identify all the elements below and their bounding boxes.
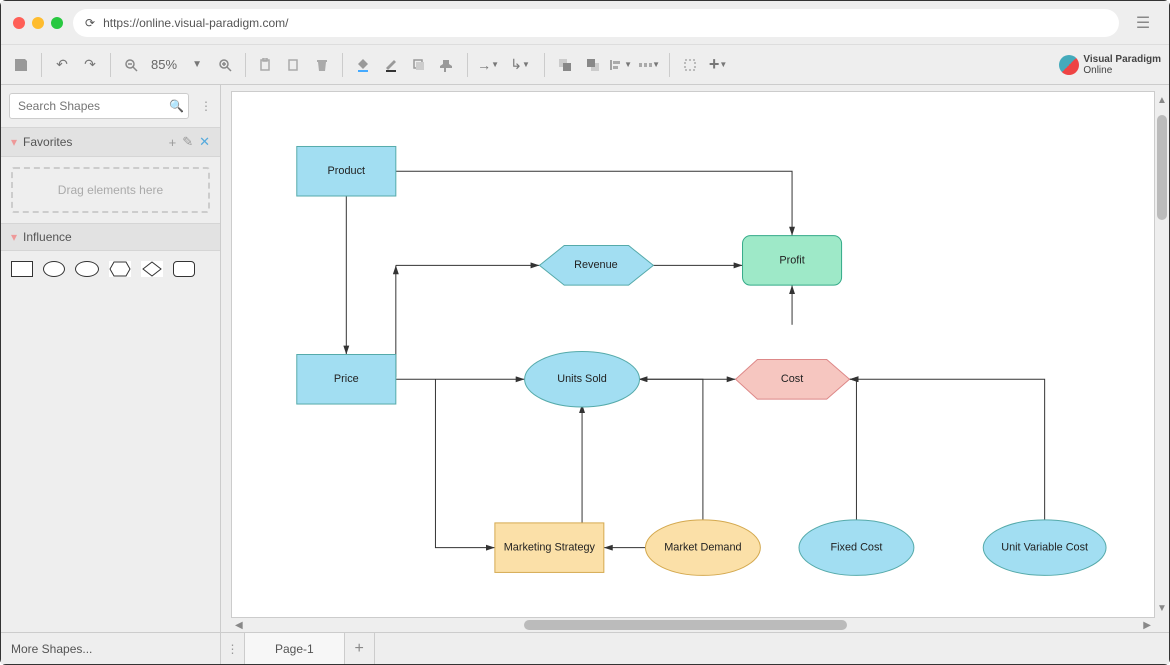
- vertical-scrollbar[interactable]: ▲ ▼: [1155, 91, 1169, 618]
- node-cost[interactable]: Cost: [736, 359, 850, 399]
- chevron-down-icon: ▾: [11, 230, 17, 244]
- to-back-button[interactable]: [581, 53, 605, 77]
- browser-bar: ⟳ https://online.visual-paradigm.com/ ☰: [1, 1, 1169, 45]
- palette-rounded-rect-shape[interactable]: [173, 261, 195, 277]
- logo-line2: Online: [1083, 65, 1112, 76]
- paste-button[interactable]: [282, 53, 306, 77]
- url-input[interactable]: ⟳ https://online.visual-paradigm.com/: [73, 9, 1119, 37]
- svg-text:Fixed Cost: Fixed Cost: [830, 542, 882, 554]
- svg-text:Revenue: Revenue: [574, 259, 618, 271]
- app-toolbar: ↶ ↷ 85% ▼ →▼ ↳▼ ▼ ▼ +▼ Visual ParadigmOn…: [1, 45, 1169, 85]
- select-tool-button[interactable]: [678, 53, 702, 77]
- palette-diamond-shape[interactable]: [141, 261, 163, 277]
- node-profit[interactable]: Profit: [743, 236, 842, 286]
- search-menu-icon[interactable]: ⋮: [200, 99, 212, 113]
- app-logo: Visual ParadigmOnline: [1059, 54, 1161, 76]
- zoom-out-button[interactable]: [119, 53, 143, 77]
- add-favorite-icon[interactable]: +: [169, 135, 177, 150]
- palette-oval-shape[interactable]: [75, 261, 99, 277]
- horizontal-scrollbar[interactable]: ◀ ▶: [231, 618, 1155, 632]
- canvas-area: Product Price Revenue Profit Units Sold: [221, 85, 1169, 632]
- favorites-drop-area[interactable]: Drag elements here: [11, 167, 210, 213]
- minimize-window-icon[interactable]: [32, 17, 44, 29]
- svg-text:Unit Variable Cost: Unit Variable Cost: [1001, 542, 1088, 554]
- palette-hexagon-shape[interactable]: [109, 261, 131, 277]
- svg-text:Profit: Profit: [779, 254, 804, 266]
- node-market-demand[interactable]: Market Demand: [645, 520, 760, 575]
- edge-fixedcost-cost[interactable]: [850, 379, 857, 523]
- favorites-section-head[interactable]: ▾ Favorites + ✎ ✕: [1, 127, 220, 157]
- edge-price-marketingstrategy[interactable]: [435, 379, 494, 547]
- edit-favorite-icon[interactable]: ✎: [182, 134, 193, 150]
- influence-section-head[interactable]: ▾ Influence: [1, 223, 220, 251]
- node-price[interactable]: Price: [297, 355, 396, 405]
- palette-rectangle-shape[interactable]: [11, 261, 33, 277]
- copy-button[interactable]: [254, 53, 278, 77]
- palette-ellipse-shape[interactable]: [43, 261, 65, 277]
- svg-text:Marketing Strategy: Marketing Strategy: [504, 542, 596, 554]
- connector-style-button[interactable]: →▼: [476, 53, 500, 77]
- svg-text:Cost: Cost: [781, 373, 803, 385]
- node-units-sold[interactable]: Units Sold: [525, 352, 640, 407]
- traffic-lights: [13, 17, 63, 29]
- undo-button[interactable]: ↶: [50, 53, 74, 77]
- delete-button[interactable]: [310, 53, 334, 77]
- vp-logo-icon: [1059, 55, 1079, 75]
- waypoint-style-button[interactable]: ↳▼: [504, 53, 536, 77]
- maximize-window-icon[interactable]: [51, 17, 63, 29]
- add-shape-button[interactable]: +▼: [706, 53, 730, 77]
- node-fixed-cost[interactable]: Fixed Cost: [799, 520, 914, 575]
- node-revenue[interactable]: Revenue: [539, 246, 653, 286]
- logo-line1: Visual Paradigm: [1083, 54, 1161, 65]
- zoom-level[interactable]: 85%: [147, 57, 181, 72]
- page-tab-1[interactable]: Page-1: [245, 633, 345, 664]
- node-product[interactable]: Product: [297, 146, 396, 196]
- url-text: https://online.visual-paradigm.com/: [103, 16, 288, 30]
- distribute-button[interactable]: ▼: [637, 53, 661, 77]
- page-tabs-handle-icon[interactable]: ⋮: [221, 633, 245, 664]
- influence-label: Influence: [23, 230, 72, 244]
- node-unit-variable-cost[interactable]: Unit Variable Cost: [983, 520, 1106, 575]
- shape-palette: [1, 251, 220, 287]
- more-shapes-button[interactable]: More Shapes...: [1, 633, 221, 664]
- reload-icon[interactable]: ⟳: [85, 16, 95, 30]
- format-painter-button[interactable]: [435, 53, 459, 77]
- edge-unitvarcost-cost[interactable]: [850, 379, 1045, 523]
- diagram-canvas[interactable]: Product Price Revenue Profit Units Sold: [231, 91, 1155, 618]
- save-button[interactable]: [9, 53, 33, 77]
- align-button[interactable]: ▼: [609, 53, 633, 77]
- shadow-button[interactable]: [407, 53, 431, 77]
- svg-text:Product: Product: [328, 165, 365, 177]
- edge-product-profit[interactable]: [396, 171, 792, 235]
- zoom-dropdown-icon[interactable]: ▼: [185, 53, 209, 77]
- edge-marketdemand-unitssold[interactable]: [639, 379, 703, 523]
- add-page-button[interactable]: +: [345, 633, 375, 664]
- chevron-down-icon: ▾: [11, 135, 17, 149]
- browser-menu-button[interactable]: ☰: [1129, 9, 1157, 37]
- svg-text:Price: Price: [334, 373, 359, 385]
- redo-button[interactable]: ↷: [78, 53, 102, 77]
- fill-color-button[interactable]: [351, 53, 375, 77]
- close-favorite-icon[interactable]: ✕: [199, 134, 210, 150]
- search-shapes-input[interactable]: [9, 93, 189, 119]
- favorites-label: Favorites: [23, 135, 72, 149]
- to-front-button[interactable]: [553, 53, 577, 77]
- svg-text:Market Demand: Market Demand: [664, 542, 741, 554]
- sidebar: 🔍 ⋮ ▾ Favorites + ✎ ✕ Drag elements here…: [1, 85, 221, 632]
- close-window-icon[interactable]: [13, 17, 25, 29]
- search-icon[interactable]: 🔍: [169, 99, 184, 113]
- line-color-button[interactable]: [379, 53, 403, 77]
- svg-text:Units Sold: Units Sold: [557, 373, 607, 385]
- node-marketing-strategy[interactable]: Marketing Strategy: [495, 523, 604, 573]
- footer: More Shapes... ⋮ Page-1 +: [1, 632, 1169, 664]
- zoom-in-button[interactable]: [213, 53, 237, 77]
